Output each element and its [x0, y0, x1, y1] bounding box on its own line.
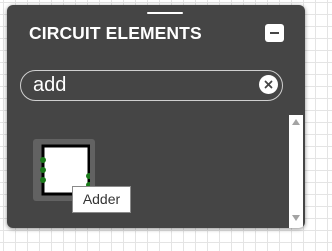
close-icon: [264, 80, 273, 89]
clear-search-button[interactable]: [259, 75, 278, 94]
panel-drag-handle[interactable]: [147, 12, 183, 14]
results-scrollbar[interactable]: [289, 115, 303, 228]
scroll-down-arrow-icon[interactable]: [292, 215, 300, 221]
circuit-elements-panel: CIRCUIT ELEMENTS: [7, 5, 305, 228]
scroll-up-arrow-icon[interactable]: [292, 119, 300, 125]
search-box: [20, 70, 283, 101]
minus-icon: [270, 32, 279, 34]
element-tooltip: Adder: [72, 186, 131, 213]
panel-title: CIRCUIT ELEMENTS: [29, 23, 202, 43]
search-input[interactable]: [33, 73, 243, 97]
minimize-button[interactable]: [265, 24, 284, 42]
